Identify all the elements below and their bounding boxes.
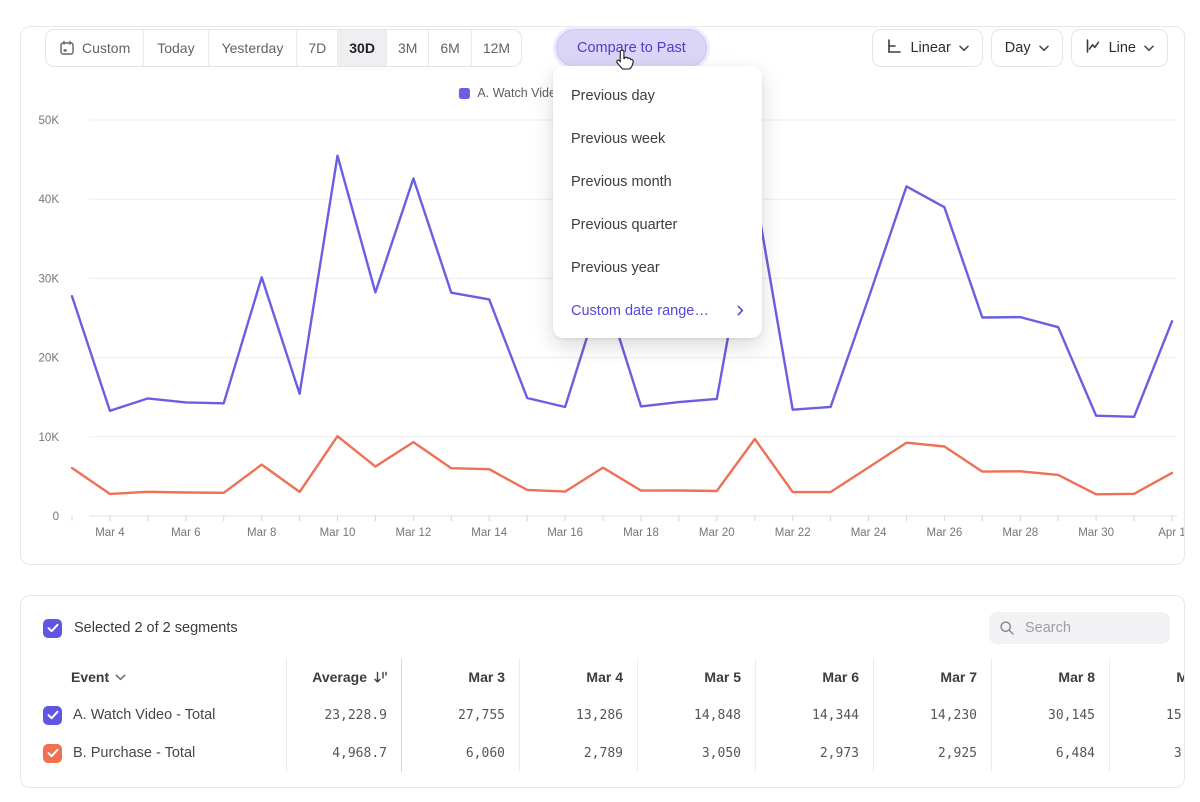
chart-type-dropdown[interactable]: Line	[1071, 29, 1168, 67]
table-row-event: A. Watch Video - Total	[21, 696, 286, 734]
date-column-header: Mar 7	[873, 658, 991, 696]
date-value: 3,045	[1109, 734, 1185, 772]
compare-to-past-menu: Previous dayPrevious weekPrevious monthP…	[553, 66, 762, 338]
svg-text:Mar 14: Mar 14	[471, 527, 507, 539]
average-value: 4,968.7	[286, 734, 401, 772]
svg-text:Mar 24: Mar 24	[851, 527, 887, 539]
preset-custom[interactable]: Custom	[46, 30, 144, 66]
chart-type-label: Line	[1109, 40, 1136, 56]
menu-item-previous-day[interactable]: Previous day	[553, 74, 762, 117]
date-value: 13,286	[519, 696, 637, 734]
date-value: 3,050	[637, 734, 755, 772]
segment-checkbox[interactable]	[43, 706, 62, 725]
segment-checkbox[interactable]	[43, 744, 62, 763]
cursor-pointer	[612, 49, 634, 78]
legend-swatch	[458, 88, 469, 99]
svg-text:Apr 1: Apr 1	[1158, 527, 1184, 539]
table-header-bar: Selected 2 of 2 segments	[43, 612, 1162, 644]
segment-name: A. Watch Video - Total	[73, 707, 215, 723]
menu-item-custom-date-range[interactable]: Custom date range…	[553, 289, 762, 332]
date-range-picker: CustomTodayYesterday7D30D3M6M12M	[45, 29, 522, 67]
preset-today[interactable]: Today	[144, 30, 208, 66]
sort-descending-icon	[374, 671, 387, 684]
date-column-header: Mar 4	[519, 658, 637, 696]
interval-label: Day	[1005, 40, 1031, 56]
svg-text:Mar 26: Mar 26	[927, 527, 963, 539]
date-column-header: Mar 5	[637, 658, 755, 696]
menu-item-previous-week[interactable]: Previous week	[553, 117, 762, 160]
linear-scale-icon	[886, 38, 902, 58]
calendar-icon	[59, 40, 75, 56]
chart-display-controls: Linear Day Line	[872, 29, 1168, 67]
svg-text:Mar 16: Mar 16	[547, 527, 583, 539]
chevron-down-icon	[959, 40, 969, 56]
chevron-down-icon	[115, 674, 126, 681]
preset-6m[interactable]: 6M	[429, 30, 471, 66]
interval-dropdown[interactable]: Day	[991, 29, 1063, 67]
date-value: 14,848	[637, 696, 755, 734]
average-value: 23,228.9	[286, 696, 401, 734]
chevron-down-icon	[1039, 40, 1049, 56]
select-all-checkbox[interactable]	[43, 619, 62, 638]
svg-text:40K: 40K	[39, 194, 60, 206]
date-value: 14,230	[873, 696, 991, 734]
svg-text:0: 0	[53, 511, 59, 523]
line-chart-icon	[1085, 38, 1101, 58]
segments-table-card: Selected 2 of 2 segments EventAverageMar…	[20, 595, 1185, 788]
preset-yesterday[interactable]: Yesterday	[209, 30, 298, 66]
chevron-down-icon	[1144, 40, 1154, 56]
menu-item-previous-month[interactable]: Previous month	[553, 160, 762, 203]
date-value: 6,484	[991, 734, 1109, 772]
menu-item-previous-year[interactable]: Previous year	[553, 246, 762, 289]
date-value: 27,755	[401, 696, 519, 734]
average-column-header[interactable]: Average	[286, 658, 401, 696]
date-column-header: Mar 3	[401, 658, 519, 696]
svg-text:30K: 30K	[39, 273, 60, 285]
preset-7d[interactable]: 7D	[297, 30, 338, 66]
svg-text:Mar 30: Mar 30	[1078, 527, 1114, 539]
svg-text:Mar 10: Mar 10	[320, 527, 356, 539]
date-value: 2,789	[519, 734, 637, 772]
date-value: 2,973	[755, 734, 873, 772]
scale-dropdown[interactable]: Linear	[872, 29, 982, 67]
date-value: 14,344	[755, 696, 873, 734]
preset-3m[interactable]: 3M	[387, 30, 429, 66]
date-column-header: Mar 6	[755, 658, 873, 696]
chart-toolbar: CustomTodayYesterday7D30D3M6M12M Compare…	[45, 29, 1168, 67]
menu-item-previous-quarter[interactable]: Previous quarter	[553, 203, 762, 246]
svg-text:Mar 22: Mar 22	[775, 527, 811, 539]
date-column-header: Mar 9	[1109, 658, 1185, 696]
search-icon	[999, 620, 1015, 636]
preset-30d[interactable]: 30D	[338, 30, 387, 66]
table-row-event: B. Purchase - Total	[21, 734, 286, 772]
svg-text:Mar 28: Mar 28	[1002, 527, 1038, 539]
svg-text:Mar 6: Mar 6	[171, 527, 200, 539]
svg-text:Mar 8: Mar 8	[247, 527, 276, 539]
search-box	[989, 612, 1170, 644]
date-value: 2,925	[873, 734, 991, 772]
date-value: 30,145	[991, 696, 1109, 734]
selected-summary: Selected 2 of 2 segments	[74, 620, 238, 636]
date-value: 15,432	[1109, 696, 1185, 734]
svg-text:10K: 10K	[39, 432, 60, 444]
search-input[interactable]	[1023, 619, 1157, 637]
svg-text:Mar 20: Mar 20	[699, 527, 735, 539]
chevron-right-icon	[737, 305, 744, 316]
preset-12m[interactable]: 12M	[472, 30, 521, 66]
scale-label: Linear	[910, 40, 950, 56]
segment-name: B. Purchase - Total	[73, 745, 195, 761]
event-column-header[interactable]: Event	[21, 658, 286, 696]
date-column-header: Mar 8	[991, 658, 1109, 696]
svg-text:Mar 4: Mar 4	[95, 527, 125, 539]
svg-text:Mar 18: Mar 18	[623, 527, 659, 539]
svg-text:20K: 20K	[39, 353, 60, 365]
svg-text:Mar 12: Mar 12	[396, 527, 432, 539]
segments-table: EventAverageMar 3Mar 4Mar 5Mar 6Mar 7Mar…	[21, 658, 1185, 772]
date-value: 6,060	[401, 734, 519, 772]
svg-text:50K: 50K	[39, 115, 60, 127]
